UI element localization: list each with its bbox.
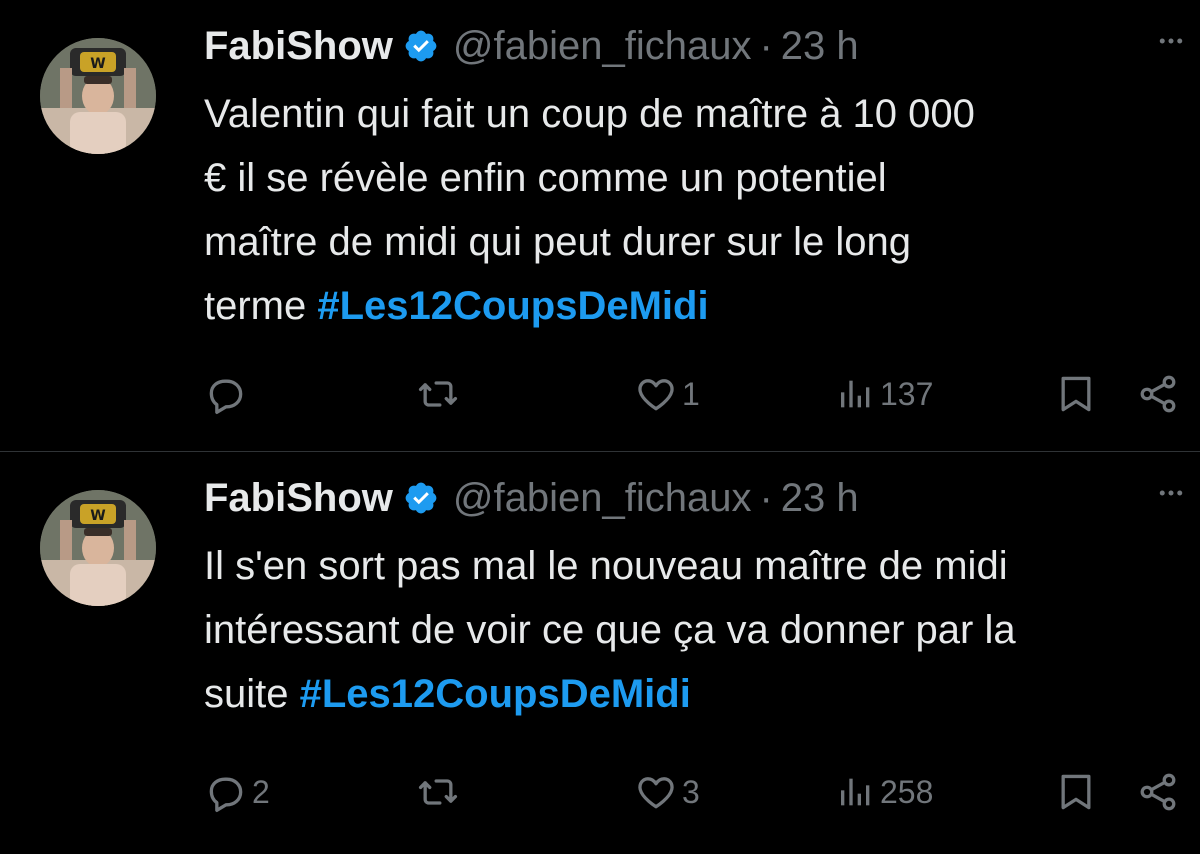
svg-text:W: W — [90, 56, 105, 72]
action-bar: 2 3 258 — [204, 762, 1200, 822]
avatar-wrestler-icon: W — [40, 490, 156, 606]
verified-badge-icon — [405, 482, 437, 514]
retweet-button[interactable] — [416, 762, 464, 822]
tweet-text: Valentin qui fait un coup de maître à 10… — [204, 82, 1194, 338]
views-button[interactable]: 258 — [836, 762, 933, 822]
share-icon — [1140, 375, 1176, 413]
retweet-icon — [418, 381, 458, 407]
more-icon[interactable] — [1156, 26, 1186, 56]
reply-icon — [209, 777, 243, 812]
avatar[interactable]: W — [40, 38, 156, 154]
reply-button[interactable] — [204, 364, 252, 424]
like-icon — [638, 777, 674, 809]
tweet-text: Il s'en sort pas mal le nouveau maître d… — [204, 534, 1194, 726]
bookmark-icon — [1061, 376, 1091, 412]
retweet-button[interactable] — [416, 364, 464, 424]
reply-button[interactable]: 2 — [204, 762, 270, 822]
tweet[interactable]: W FabiShow @fabien_fichaux · 23 h Il s'e… — [0, 452, 1200, 854]
timestamp[interactable]: 23 h — [781, 24, 859, 69]
bookmark-button[interactable] — [1054, 762, 1098, 822]
views-button[interactable]: 137 — [836, 364, 933, 424]
hashtag-link[interactable]: #Les12CoupsDeMidi — [300, 672, 691, 716]
views-icon — [841, 380, 870, 408]
bookmark-button[interactable] — [1054, 364, 1098, 424]
reply-count: 2 — [252, 773, 270, 810]
reply-icon — [209, 379, 243, 414]
bookmark-icon — [1061, 774, 1091, 810]
author-name[interactable]: FabiShow — [204, 476, 393, 521]
share-button[interactable] — [1136, 762, 1180, 822]
like-button[interactable]: 1 — [634, 364, 700, 424]
share-icon — [1140, 773, 1176, 811]
verified-badge-icon — [405, 30, 437, 62]
tweet-header: FabiShow @fabien_fichaux · 23 h — [204, 20, 859, 72]
author-handle[interactable]: @fabien_fichaux — [453, 476, 752, 521]
like-icon — [638, 379, 674, 411]
timestamp[interactable]: 23 h — [781, 476, 859, 521]
retweet-icon — [418, 779, 458, 805]
avatar-wrestler-icon: W — [40, 38, 156, 154]
author-name[interactable]: FabiShow — [204, 24, 393, 69]
views-icon — [841, 778, 870, 806]
separator: · — [759, 475, 773, 520]
views-count: 258 — [880, 773, 934, 810]
share-button[interactable] — [1136, 364, 1180, 424]
like-count: 1 — [682, 375, 700, 412]
action-bar: 1 137 — [204, 364, 1200, 424]
separator: · — [759, 23, 773, 68]
avatar[interactable]: W — [40, 490, 156, 606]
views-count: 137 — [880, 375, 934, 412]
hashtag-link[interactable]: #Les12CoupsDeMidi — [317, 284, 708, 328]
more-icon[interactable] — [1156, 478, 1186, 508]
svg-text:W: W — [90, 508, 105, 524]
author-handle[interactable]: @fabien_fichaux — [453, 24, 752, 69]
tweet-header: FabiShow @fabien_fichaux · 23 h — [204, 472, 859, 524]
like-count: 3 — [682, 773, 700, 810]
like-button[interactable]: 3 — [634, 762, 700, 822]
tweet[interactable]: W FabiShow @fabien_fichaux · 23 h Valent… — [0, 0, 1200, 452]
